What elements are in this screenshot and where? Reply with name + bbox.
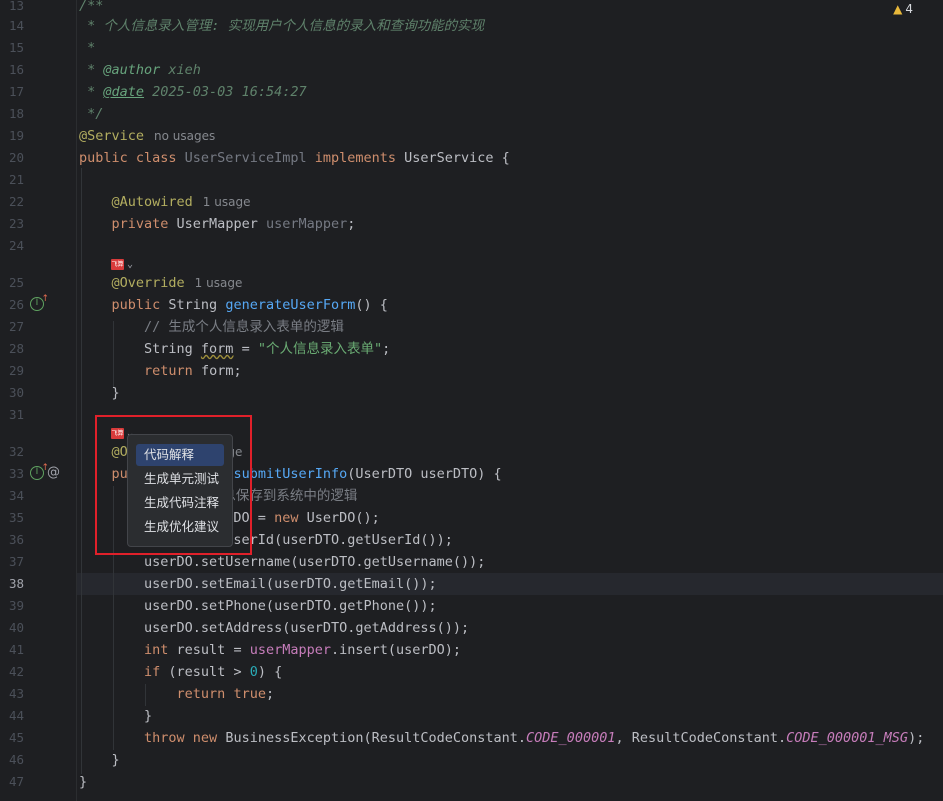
line-number[interactable]: 21 <box>0 169 24 191</box>
line-number[interactable]: 39 <box>0 595 24 617</box>
implements-method-icon[interactable]: I ↑ <box>30 294 49 311</box>
code-line[interactable]: 25 @Override 1 usage <box>0 272 943 294</box>
line-number[interactable]: 35 <box>0 507 24 529</box>
line-number[interactable]: 25 <box>0 272 24 294</box>
code-text[interactable]: userDO.setPhone(userDTO.getPhone()); <box>79 595 437 617</box>
code-line[interactable]: 26 public String generateUserForm() { <box>0 294 943 316</box>
problems-indicator[interactable]: ▲ 4 <box>893 2 913 16</box>
line-number[interactable]: 46 <box>0 749 24 771</box>
code-line[interactable]: 39 userDO.setPhone(userDTO.getPhone()); <box>0 595 943 617</box>
code-line[interactable]: 38 userDO.setEmail(userDTO.getEmail()); <box>0 573 943 595</box>
line-number[interactable]: 36 <box>0 529 24 551</box>
code-line[interactable]: 47} <box>0 771 943 793</box>
code-line[interactable]: 15 * <box>0 37 943 59</box>
code-line[interactable]: 19 @Service no usages <box>0 125 943 147</box>
line-number[interactable]: 19 <box>0 125 24 147</box>
chevron-down-icon[interactable]: ⌄ <box>127 259 133 270</box>
annotation-at-icon[interactable]: @ <box>47 462 60 484</box>
line-number[interactable]: 40 <box>0 617 24 639</box>
code-line[interactable]: 29 return form; <box>0 360 943 382</box>
line-number[interactable]: 45 <box>0 727 24 749</box>
line-number[interactable]: 28 <box>0 338 24 360</box>
line-number[interactable]: 43 <box>0 683 24 705</box>
line-number[interactable]: 18 <box>0 103 24 125</box>
code-text[interactable]: * 个人信息录入管理: 实现用户个人信息的录入和查询功能的实现 <box>79 15 484 37</box>
code-text[interactable]: } <box>79 382 120 404</box>
code-line[interactable]: 44 } <box>0 705 943 727</box>
code-line[interactable]: 41 int result = userMapper.insert(userDO… <box>0 639 943 661</box>
line-number[interactable]: 29 <box>0 360 24 382</box>
code-line[interactable]: 18 */ <box>0 103 943 125</box>
line-number[interactable]: 42 <box>0 661 24 683</box>
code-text[interactable]: @Override1 usage <box>79 272 243 294</box>
line-number[interactable]: 15 <box>0 37 24 59</box>
line-number[interactable]: 14 <box>0 15 24 37</box>
line-number[interactable]: 16 <box>0 59 24 81</box>
code-text[interactable]: throw new BusinessException(ResultCodeCo… <box>79 727 924 749</box>
code-line[interactable]: 20 public class UserServiceImpl implement… <box>0 147 943 169</box>
line-number[interactable]: 32 <box>0 441 24 463</box>
line-number[interactable]: 44 <box>0 705 24 727</box>
highlight-annotation-box <box>95 415 252 555</box>
code-text[interactable]: String form = "个人信息录入表单"; <box>79 338 390 360</box>
code-line[interactable]: 21 <box>0 169 943 191</box>
code-text[interactable]: userDO.setEmail(userDTO.getEmail()); <box>79 573 437 595</box>
code-line[interactable]: 24 <box>0 235 943 257</box>
code-line[interactable]: 42 if (result > 0) { <box>0 661 943 683</box>
code-line[interactable]: 27 // 生成个人信息录入表单的逻辑 <box>0 316 943 338</box>
code-text[interactable]: } <box>79 771 87 793</box>
code-line[interactable]: 28 String form = "个人信息录入表单"; <box>0 338 943 360</box>
code-line[interactable]: 45 throw new BusinessException(ResultCod… <box>0 727 943 749</box>
code-line[interactable]: 30 } <box>0 382 943 404</box>
code-text[interactable]: return form; <box>79 360 242 382</box>
code-text[interactable]: } <box>79 705 152 727</box>
implements-method-icon[interactable]: I ↑ <box>30 463 49 480</box>
line-number[interactable]: 38 <box>0 573 24 595</box>
line-number[interactable]: 37 <box>0 551 24 573</box>
code-text[interactable]: if (result > 0) { <box>79 661 282 683</box>
code-text[interactable]: @Autowired 1 usage <box>79 191 251 213</box>
code-text[interactable]: * @author xieh <box>79 59 201 81</box>
code-text[interactable]: return true; <box>79 683 275 705</box>
line-number[interactable]: 27 <box>0 316 24 338</box>
code-text[interactable]: int result = userMapper.insert(userDO); <box>79 639 461 661</box>
line-number[interactable]: 26 <box>0 294 24 316</box>
code-line[interactable]: 17 * @date 2025-03-03 16:54:27 <box>0 81 943 103</box>
code-line[interactable]: 22 @Autowired 1 usage <box>0 191 943 213</box>
code-line[interactable]: 14 * 个人信息录入管理: 实现用户个人信息的录入和查询功能的实现 <box>0 15 943 37</box>
code-text[interactable]: * <box>79 37 95 59</box>
code-text[interactable]: private UserMapper userMapper; <box>79 213 356 235</box>
line-number[interactable]: 23 <box>0 213 24 235</box>
code-text[interactable]: public class UserServiceImpl implements … <box>79 147 510 169</box>
code-text[interactable]: userDO.setAddress(userDTO.getAddress()); <box>79 617 469 639</box>
warning-icon: ▲ <box>893 2 903 16</box>
code-line[interactable]: 16 * @author xieh <box>0 59 943 81</box>
code-text[interactable]: * @date 2025-03-03 16:54:27 <box>79 81 306 103</box>
code-line[interactable]: 23 private UserMapper userMapper; <box>0 213 943 235</box>
line-number[interactable]: 30 <box>0 382 24 404</box>
line-number[interactable]: 41 <box>0 639 24 661</box>
code-line[interactable]: 40 userDO.setAddress(userDTO.getAddress(… <box>0 617 943 639</box>
line-number[interactable]: 24 <box>0 235 24 257</box>
line-number[interactable]: 20 <box>0 147 24 169</box>
code-text[interactable]: // 生成个人信息录入表单的逻辑 <box>79 316 344 338</box>
problems-count: 4 <box>905 2 913 16</box>
line-number[interactable]: 22 <box>0 191 24 213</box>
code-line[interactable]: 46 } <box>0 749 943 771</box>
line-number[interactable]: 47 <box>0 771 24 793</box>
ai-plugin-badge-icon[interactable]: 飞算 <box>111 259 124 270</box>
code-text[interactable]: */ <box>79 103 103 125</box>
line-number[interactable]: 34 <box>0 485 24 507</box>
line-number[interactable]: 31 <box>0 404 24 426</box>
line-number[interactable]: 17 <box>0 81 24 103</box>
code-text[interactable]: @Service no usages <box>79 125 215 147</box>
code-text[interactable]: public String generateUserForm() { <box>79 294 388 316</box>
line-number[interactable]: 33 <box>0 463 24 485</box>
code-line[interactable]: 43 return true; <box>0 683 943 705</box>
code-text[interactable]: } <box>79 749 120 771</box>
